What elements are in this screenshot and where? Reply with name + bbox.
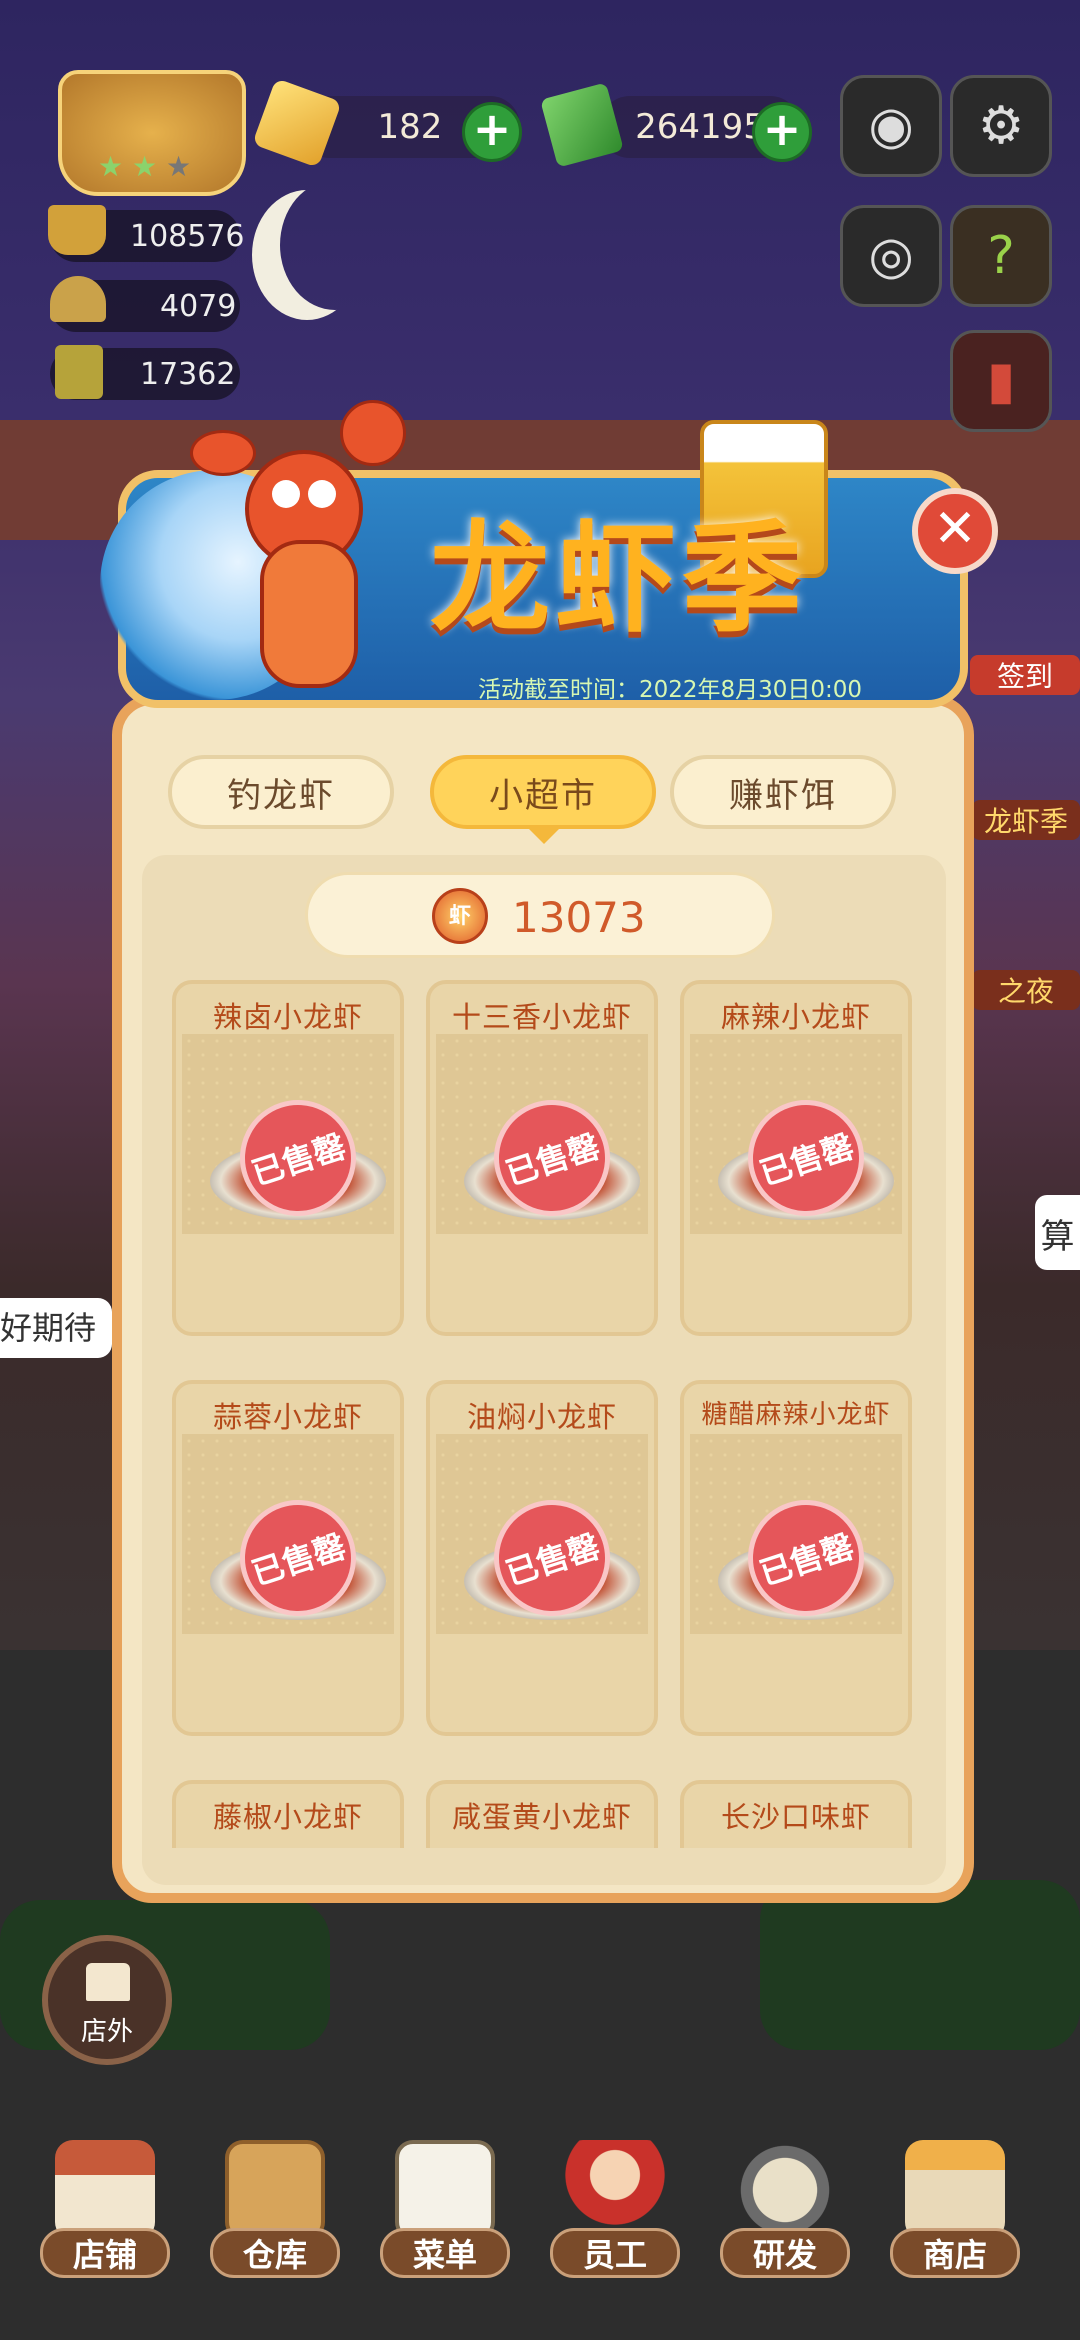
side-label-checkin[interactable]: 签到	[970, 655, 1080, 695]
event-title: 龙虾季	[430, 510, 808, 649]
nav-store[interactable]: 店铺	[30, 2120, 180, 2280]
speech-bubble-left: 好期待	[0, 1298, 112, 1358]
outside-store-label: 店外	[80, 2017, 133, 2047]
product-card[interactable]: 糖醋麻辣小龙虾 已售罄	[680, 1380, 912, 1736]
store-icon	[55, 2140, 155, 2240]
currency-amount: 13073	[512, 893, 646, 942]
nav-warehouse[interactable]: 仓库	[200, 2120, 350, 2280]
close-icon: ✕	[933, 499, 977, 559]
stat-value-2: 4079	[160, 288, 237, 324]
guide-button[interactable]: ?	[950, 205, 1052, 307]
shop-icon	[86, 1963, 130, 2001]
gear-icon: ⚙	[977, 96, 1025, 156]
product-name: 长沙口味虾	[720, 1800, 871, 1834]
recipe-book-button[interactable]: ▮	[950, 330, 1052, 432]
cash-value: 264195	[635, 107, 765, 147]
product-card[interactable]: 藤椒小龙虾	[172, 1780, 404, 1848]
camera-button[interactable]: ◉	[840, 75, 942, 177]
crayfish-coin-icon: 虾	[432, 888, 488, 944]
chef-avatar-icon	[565, 2140, 665, 2240]
nav-label: 员工	[550, 2228, 680, 2278]
rank-star-2: ★	[132, 150, 158, 183]
bush-right	[760, 1880, 1080, 2050]
product-name: 麻辣小龙虾	[720, 1000, 871, 1034]
rank-star-1: ★	[98, 150, 124, 183]
camera-icon: ◉	[868, 96, 914, 156]
box-icon	[225, 2140, 325, 2240]
rank-star-3: ★	[166, 150, 192, 183]
nav-menu[interactable]: 菜单	[370, 2120, 520, 2280]
product-name: 辣卤小龙虾	[212, 1000, 363, 1034]
product-card[interactable]: 辣卤小龙虾 已售罄	[172, 980, 404, 1336]
add-cash-button[interactable]: +	[752, 102, 812, 162]
stat-value-1: 108576	[130, 218, 245, 254]
close-button[interactable]: ✕	[912, 488, 998, 574]
product-card[interactable]: 油焖小龙虾 已售罄	[426, 1380, 658, 1736]
product-name: 糖醋麻辣小龙虾	[701, 1400, 891, 1430]
product-name: 十三香小龙虾	[451, 1000, 632, 1034]
product-name: 蒜蓉小龙虾	[212, 1400, 363, 1434]
product-card[interactable]: 麻辣小龙虾 已售罄	[680, 980, 912, 1336]
nav-staff[interactable]: 员工	[540, 2120, 690, 2280]
outside-store-button[interactable]: 店外	[42, 1935, 172, 2065]
clipboard-icon	[395, 2140, 495, 2240]
add-gems-button[interactable]: +	[462, 102, 522, 162]
nav-label: 店铺	[40, 2228, 170, 2278]
red-book-icon: ▮	[986, 351, 1016, 411]
product-name: 咸蛋黄小龙虾	[451, 1800, 632, 1834]
crayfish-mascot	[190, 390, 406, 690]
nav-label: 菜单	[380, 2228, 510, 2278]
tab-mini-market[interactable]: 小超市	[430, 755, 656, 829]
shop-front-icon	[905, 2140, 1005, 2240]
nav-research[interactable]: 研发	[710, 2120, 860, 2280]
ticket-icon	[55, 345, 103, 399]
nav-label: 商店	[890, 2228, 1020, 2278]
nav-shop[interactable]: 商店	[880, 2120, 1030, 2280]
side-label-night[interactable]: 之夜	[972, 970, 1080, 1010]
product-card[interactable]: 蒜蓉小龙虾 已售罄	[172, 1380, 404, 1736]
stat-value-3: 17362	[140, 356, 236, 392]
eye-icon: ◎	[868, 226, 914, 286]
event-deadline: 活动截至时间：2022年8月30日0:00	[477, 677, 863, 703]
tab-earn-bait[interactable]: 赚虾饵	[670, 755, 896, 829]
product-name: 藤椒小龙虾	[212, 1800, 363, 1834]
settings-button[interactable]: ⚙	[950, 75, 1052, 177]
product-card[interactable]: 十三香小龙虾 已售罄	[426, 980, 658, 1336]
moon	[280, 180, 390, 310]
guide-book-icon: ?	[987, 226, 1015, 286]
tab-catch-crayfish[interactable]: 钓龙虾	[168, 755, 394, 829]
nav-label: 研发	[720, 2228, 850, 2278]
nav-label: 仓库	[210, 2228, 340, 2278]
speech-bubble-right: 算	[1035, 1195, 1080, 1270]
gems-value: 182	[377, 107, 443, 147]
product-row-clip: 藤椒小龙虾 咸蛋黄小龙虾 长沙口味虾	[142, 1780, 946, 1848]
pot-icon	[48, 205, 106, 255]
wok-icon	[735, 2140, 835, 2240]
cash-icon	[540, 82, 624, 168]
side-label-event[interactable]: 龙虾季	[972, 800, 1080, 840]
product-card[interactable]: 咸蛋黄小龙虾	[426, 1780, 658, 1848]
active-tab-pointer	[526, 826, 562, 844]
product-name: 油焖小龙虾	[466, 1400, 617, 1434]
view-button[interactable]: ◎	[840, 205, 942, 307]
product-card[interactable]: 长沙口味虾	[680, 1780, 912, 1848]
